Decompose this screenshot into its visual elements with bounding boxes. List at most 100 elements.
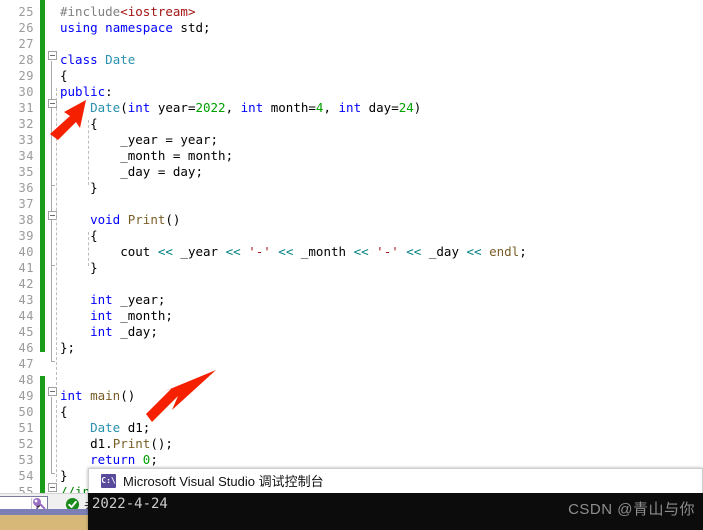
code-token: namespace: [105, 20, 173, 35]
line-number: 42: [18, 277, 34, 291]
code-token: int: [90, 308, 113, 323]
line-number: 36: [18, 181, 34, 195]
code-line[interactable]: {: [60, 404, 68, 420]
code-token: void: [90, 212, 121, 227]
code-line[interactable]: int _month;: [60, 308, 173, 324]
code-token: Print: [112, 436, 151, 451]
code-token: d1;: [120, 420, 151, 435]
code-token: int: [127, 100, 151, 115]
code-line[interactable]: };: [60, 340, 75, 356]
code-line[interactable]: void Print(): [60, 212, 180, 228]
outline-foot-print: [51, 265, 55, 266]
code-token: int: [60, 388, 83, 403]
code-token: main: [90, 388, 121, 403]
code-line[interactable]: using namespace std;: [60, 20, 211, 36]
line-number: 34: [18, 149, 34, 163]
code-token: std;: [172, 20, 211, 35]
code-line[interactable]: {: [60, 68, 68, 84]
code-line[interactable]: public:: [60, 84, 113, 100]
code-token: _month: [293, 244, 354, 259]
code-token: int: [90, 324, 113, 339]
code-line[interactable]: }: [60, 468, 68, 484]
code-token: return: [90, 452, 136, 467]
code-token: {: [60, 228, 98, 243]
line-number: 39: [18, 229, 34, 243]
code-token: <<: [278, 244, 294, 259]
code-token: (: [120, 100, 128, 115]
line-number: 40: [18, 245, 34, 259]
collapse-box-class-date[interactable]: [48, 51, 57, 60]
line-number: 28: [18, 53, 34, 67]
line-number: 32: [18, 117, 34, 131]
code-token: int: [240, 100, 264, 115]
console-title-bar[interactable]: C:\ Microsoft Visual Studio 调试控制台: [88, 468, 703, 493]
code-token: _year;: [112, 292, 166, 307]
code-token: ;: [519, 244, 527, 259]
code-line[interactable]: int _day;: [60, 324, 158, 340]
line-number: 38: [18, 213, 34, 227]
code-token: <<: [225, 244, 241, 259]
console-icon-glyph: C:\: [101, 476, 116, 485]
code-token: <<: [353, 244, 369, 259]
code-token: #include: [60, 4, 121, 19]
line-number-gutter: 25 26 27 28 29 30 31 32 33 34 35 36 37 38 39 40 41 42 43 44…: [0, 0, 34, 499]
code-line[interactable]: {: [60, 116, 98, 132]
code-token: 2022: [195, 100, 226, 115]
code-token: '-': [248, 244, 271, 259]
collapse-box-comment[interactable]: [48, 483, 57, 492]
code-line[interactable]: _month = month;: [60, 148, 233, 164]
code-token: :: [105, 84, 113, 99]
code-line[interactable]: Date d1;: [60, 420, 150, 436]
console-output-line: 2022-4-24: [92, 496, 168, 512]
indent-guide-level-1b: [56, 400, 57, 482]
code-token: _year = year;: [60, 132, 219, 147]
code-token: cout: [60, 244, 158, 259]
code-line[interactable]: }: [60, 260, 98, 276]
console-window-title: Microsoft Visual Studio 调试控制台: [123, 474, 324, 489]
code-line[interactable]: {: [60, 228, 98, 244]
code-line[interactable]: Date(int year=2022, int month=4, int day…: [60, 100, 421, 116]
line-number: 50: [18, 405, 34, 419]
code-line[interactable]: }: [60, 180, 98, 196]
outline-foot-ctor: [51, 185, 55, 186]
code-line[interactable]: _day = day;: [60, 164, 203, 180]
code-token: (): [165, 212, 181, 227]
code-token: month=: [263, 100, 316, 115]
line-number: 52: [18, 437, 34, 451]
debug-console-window[interactable]: C:\ Microsoft Visual Studio 调试控制台 2022-4…: [88, 468, 703, 530]
code-token: _month = month;: [60, 148, 234, 163]
change-bar-segment-1: [40, 0, 45, 352]
line-number: 29: [18, 69, 34, 83]
code-token: }: [60, 468, 68, 483]
code-token: d1.: [60, 436, 113, 451]
code-token: _day;: [112, 324, 158, 339]
line-number: 54: [18, 469, 34, 483]
code-line[interactable]: _year = year;: [60, 132, 218, 148]
line-number: 46: [18, 341, 34, 355]
annotation-arrow-d1: [146, 370, 216, 422]
collapse-box-main[interactable]: [48, 387, 57, 396]
code-token: endl: [489, 244, 520, 259]
code-line[interactable]: class Date: [60, 52, 135, 68]
code-line[interactable]: int _year;: [60, 292, 165, 308]
code-token: year=: [150, 100, 196, 115]
code-line[interactable]: cout << _year << '-' << _month << '-' <<…: [60, 244, 527, 260]
code-line[interactable]: #include<iostream>: [60, 4, 195, 20]
code-line[interactable]: d1.Print();: [60, 436, 173, 452]
code-line[interactable]: int main(): [60, 388, 135, 404]
code-token: Date: [105, 52, 136, 67]
code-token: ();: [150, 436, 173, 451]
code-line[interactable]: return 0;: [60, 452, 158, 468]
outlining-column[interactable]: [47, 0, 59, 493]
code-token: public: [60, 84, 106, 99]
code-editor[interactable]: 25 26 27 28 29 30 31 32 33 34 35 36 37 38 39 40 41 42 43 44…: [0, 0, 703, 499]
console-app-icon: C:\: [101, 474, 116, 488]
line-number: 53: [18, 453, 34, 467]
code-token: ,: [323, 100, 339, 115]
line-number: 31: [18, 101, 34, 115]
code-token: using: [60, 20, 98, 35]
